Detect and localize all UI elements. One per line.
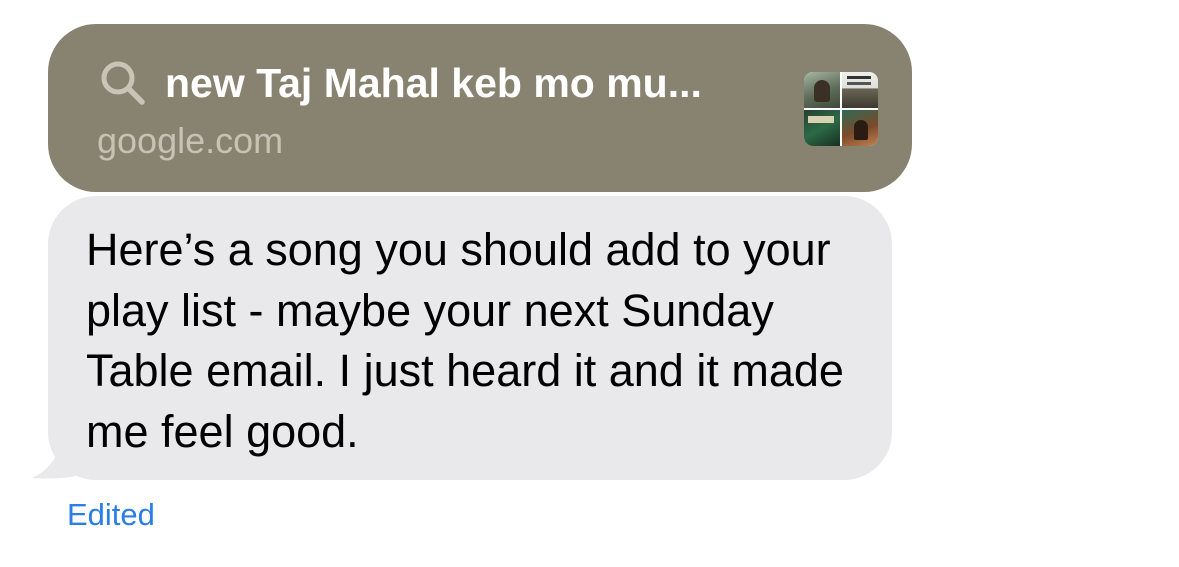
- link-preview-title[interactable]: new Taj Mahal keb mo mu...: [165, 56, 785, 110]
- message-text: Here’s a song you should add to your pla…: [86, 224, 844, 457]
- link-preview-domain: google.com: [97, 120, 284, 161]
- thumbnail-tile: [842, 110, 878, 146]
- thumbnail-tile: [804, 72, 840, 108]
- search-icon: [101, 61, 145, 105]
- thumbnail-tile: [804, 110, 840, 146]
- edited-status-label[interactable]: Edited: [67, 496, 155, 534]
- link-preview-thumbnail: [804, 72, 878, 146]
- thumbnail-tile: [842, 72, 878, 108]
